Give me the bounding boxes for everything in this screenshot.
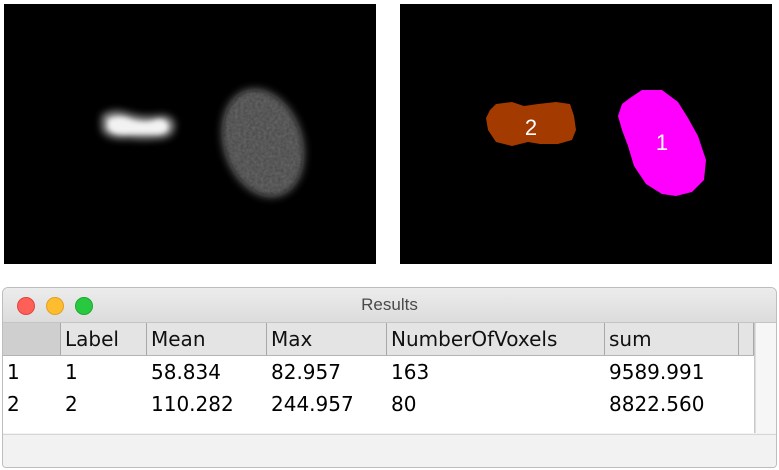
horizontal-scrollbar[interactable] xyxy=(3,434,776,467)
label-object-2-text: 2 xyxy=(525,115,537,140)
label-object-2: 2 xyxy=(486,102,576,146)
table-row[interactable]: 1 1 58.834 82.957 163 9589.991 xyxy=(3,356,754,388)
cell-numberofvoxels: 80 xyxy=(391,392,417,416)
vertical-scrollbar[interactable] xyxy=(755,323,776,433)
label-object-1-text: 1 xyxy=(656,130,668,155)
cell-mean: 110.282 xyxy=(151,392,234,416)
label-object-1: 1 xyxy=(618,90,706,196)
cell-label: 2 xyxy=(65,392,78,416)
raw-image-panel xyxy=(4,4,376,264)
table-row[interactable]: 2 2 110.282 244.957 80 8822.560 xyxy=(3,388,754,420)
results-window: Results Label Mean Max NumberOfVoxels su… xyxy=(2,287,777,468)
results-table[interactable]: Label Mean Max NumberOfVoxels sum 1 1 58… xyxy=(3,323,755,433)
cell-max: 82.957 xyxy=(271,360,341,384)
column-header-numberofvoxels[interactable]: NumberOfVoxels xyxy=(387,323,605,355)
column-header-mean[interactable]: Mean xyxy=(147,323,267,355)
label-image: 2 1 xyxy=(486,90,706,196)
window-title: Results xyxy=(361,295,418,314)
cell-sum: 8822.560 xyxy=(609,392,705,416)
column-header-sum[interactable]: sum xyxy=(605,323,739,355)
label-image-panel: 2 1 xyxy=(400,4,772,264)
cell-sum: 9589.991 xyxy=(609,360,705,384)
raw-image xyxy=(102,79,316,207)
column-header-label[interactable]: Label xyxy=(61,323,147,355)
nucleus-dim xyxy=(210,79,316,207)
nucleus-bright xyxy=(102,111,175,139)
window-titlebar[interactable]: Results xyxy=(3,288,776,323)
table-header: Label Mean Max NumberOfVoxels sum xyxy=(3,323,754,356)
cell-numberofvoxels: 163 xyxy=(391,360,430,384)
cell-max: 244.957 xyxy=(271,392,354,416)
cell-label: 1 xyxy=(65,360,78,384)
column-header-extra[interactable] xyxy=(739,323,754,355)
column-header-max[interactable]: Max xyxy=(267,323,387,355)
row-index: 1 xyxy=(7,360,20,384)
column-header-index[interactable] xyxy=(3,323,61,355)
row-index: 2 xyxy=(7,392,20,416)
cell-mean: 58.834 xyxy=(151,360,221,384)
